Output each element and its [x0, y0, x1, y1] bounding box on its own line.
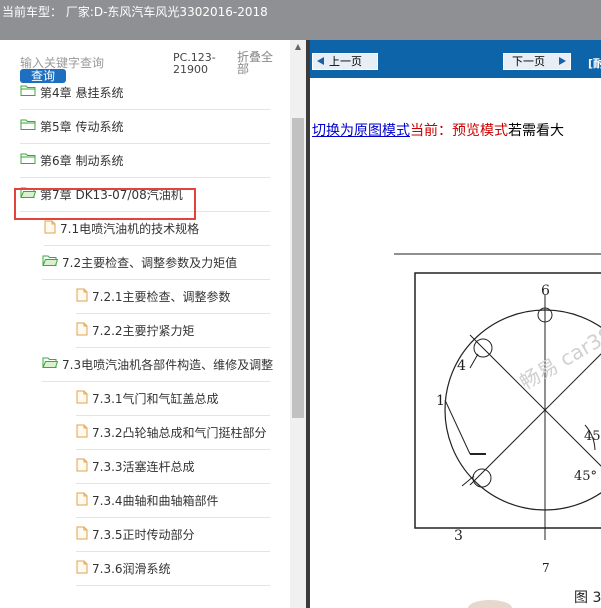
angle-label-2: 45° — [574, 469, 597, 484]
next-page-button[interactable]: 下一页 — [503, 53, 571, 70]
tree-item-label: 7.3.1气门和气缸盖总成 — [92, 391, 219, 406]
title-bar: 当前车型： 厂家:D-东风汽车风光3302016-2018 — [0, 0, 601, 40]
arrow-right-icon — [559, 57, 566, 65]
tree-row-divider — [76, 517, 270, 518]
document-icon — [44, 220, 56, 237]
folder-icon — [20, 84, 36, 100]
tree-item[interactable]: 第6章 制动系统 — [20, 148, 123, 172]
tree-item-label: 7.3.6润滑系统 — [92, 561, 171, 576]
tree-row-divider — [76, 551, 270, 552]
document-icon — [76, 458, 88, 475]
tree-row-divider — [76, 415, 270, 416]
tree-item[interactable]: 7.3.6润滑系统 — [76, 556, 171, 580]
prev-page-button[interactable]: 上一页 — [312, 53, 378, 70]
tree-item[interactable]: 7.3电喷汽油机各部件构造、维修及调整 — [42, 352, 273, 376]
diagram-label-left: 1 — [436, 393, 445, 409]
tree-item-label: 第6章 制动系统 — [40, 153, 124, 168]
tree-item-label: 7.2主要检查、调整参数及力矩值 — [62, 255, 238, 270]
angle-label-1: 45 — [584, 429, 601, 444]
mode-line: 切换为原图模式当前：预览模式若需看大 — [312, 120, 564, 140]
tree-item[interactable]: 7.3.1气门和气缸盖总成 — [76, 386, 219, 410]
tree-row-divider — [76, 347, 270, 348]
tree-row-divider — [76, 313, 270, 314]
tree-item[interactable]: 7.2主要检查、调整参数及力矩值 — [42, 250, 237, 274]
window-title: 当前车型： 厂家:D-东风汽车风光3302016-2018 — [2, 5, 268, 19]
document-icon — [76, 526, 88, 543]
leader-line-1 — [444, 399, 471, 455]
tree-row-divider — [76, 449, 270, 450]
tree-item-label: 7.3.3活塞连杆总成 — [92, 459, 195, 474]
scroll-up-arrow-icon[interactable]: ▲ — [290, 40, 306, 54]
tree-item[interactable]: 第5章 传动系统 — [20, 114, 123, 138]
folder-open-icon — [42, 254, 59, 270]
document-icon — [76, 560, 88, 577]
leader-line-3 — [461, 475, 475, 487]
tree-scrollbar[interactable]: ▲ — [290, 40, 306, 608]
tree-row-divider — [42, 279, 270, 280]
figure-caption: 图 3 — [574, 590, 601, 606]
arrow-left-icon — [317, 57, 324, 65]
current-mode-text: 当前：预览模式 — [410, 123, 508, 139]
tree-item[interactable]: 第4章 悬挂系统 — [20, 80, 123, 104]
document-icon — [76, 288, 88, 305]
diagram-label-bottom: 7 — [542, 561, 550, 575]
tree-item[interactable]: 7.3.3活塞连杆总成 — [76, 454, 195, 478]
switch-original-link[interactable]: 切换为原图模式 — [312, 123, 410, 139]
hint-text: 若需看大 — [508, 123, 564, 139]
tree-row-divider — [42, 381, 270, 382]
document-icon — [76, 492, 88, 509]
tree-item-label: 7.2.2主要拧紧力矩 — [92, 323, 195, 338]
technical-diagram: 6 4 1 3 7 45 45° 图 3 畅易 car388.com — [394, 253, 601, 608]
document-icon — [76, 322, 88, 339]
tree-item-label: 7.3.5正时传动部分 — [92, 527, 195, 542]
preview-panel: 上一页 下一页 [耐 切换为原图模式当前：预览模式若需看大 6 4 1 3 7 … — [306, 40, 601, 608]
folder-icon — [20, 118, 36, 134]
preview-toolbar: 上一页 下一页 [耐 — [310, 40, 601, 78]
watermark-text: 畅易 car388.com — [516, 291, 601, 394]
tree-item[interactable]: 7.3.2凸轮轴总成和气门挺柱部分 — [76, 420, 267, 444]
next-figure-hint — [468, 600, 512, 608]
tree-row-divider — [76, 483, 270, 484]
diagram-label-upper-left: 4 — [457, 358, 466, 374]
tree-item[interactable]: 7.3.5正时传动部分 — [76, 522, 195, 546]
tree-row-divider — [44, 245, 270, 246]
diagram-label-top: 6 — [541, 283, 550, 299]
tree-item-label: 7.3.2凸轮轴总成和气门挺柱部分 — [92, 425, 267, 440]
collapse-all-link[interactable]: 折叠全部 — [237, 51, 277, 75]
document-icon — [76, 390, 88, 407]
tree-item-label: 第4章 悬挂系统 — [40, 85, 124, 100]
tree-item-label: 7.2.1主要检查、调整参数 — [92, 289, 231, 304]
tree-item-label: 7.3.4曲轴和曲轴箱部件 — [92, 493, 219, 508]
pc-number: PC.123-21900 — [173, 51, 216, 76]
tree-item[interactable]: 7.2.1主要检查、调整参数 — [76, 284, 231, 308]
scroll-thumb[interactable] — [292, 118, 304, 418]
selected-highlight-box — [14, 188, 196, 220]
tree-item-label: 7.3电喷汽油机各部件构造、维修及调整 — [62, 357, 274, 372]
folder-icon — [20, 152, 36, 168]
tree-row-divider — [20, 143, 270, 144]
document-icon — [76, 424, 88, 441]
tree-item[interactable]: 7.2.2主要拧紧力矩 — [76, 318, 195, 342]
leader-line-4 — [469, 353, 479, 369]
tree-row-divider — [20, 109, 270, 110]
tree-row-divider — [76, 585, 270, 586]
left-panel: 输入关键字查询 查询 PC.123-21900 折叠全部 第4章 悬挂系统 第5章… — [0, 40, 306, 608]
tree-item[interactable]: 7.3.4曲轴和曲轴箱部件 — [76, 488, 219, 512]
bolt-hole-lower-left — [472, 468, 492, 488]
tree-row-divider — [20, 177, 270, 178]
tree-item-label: 第5章 传动系统 — [40, 119, 124, 134]
toolbar-cut-text: [耐 — [588, 57, 601, 70]
folder-open-icon — [42, 356, 59, 372]
tree-item-label: 7.1电喷汽油机的技术规格 — [60, 221, 200, 236]
next-page-label: 下一页 — [512, 55, 545, 68]
diagram-label-lower-left: 3 — [454, 528, 463, 544]
prev-page-label: 上一页 — [329, 55, 362, 68]
